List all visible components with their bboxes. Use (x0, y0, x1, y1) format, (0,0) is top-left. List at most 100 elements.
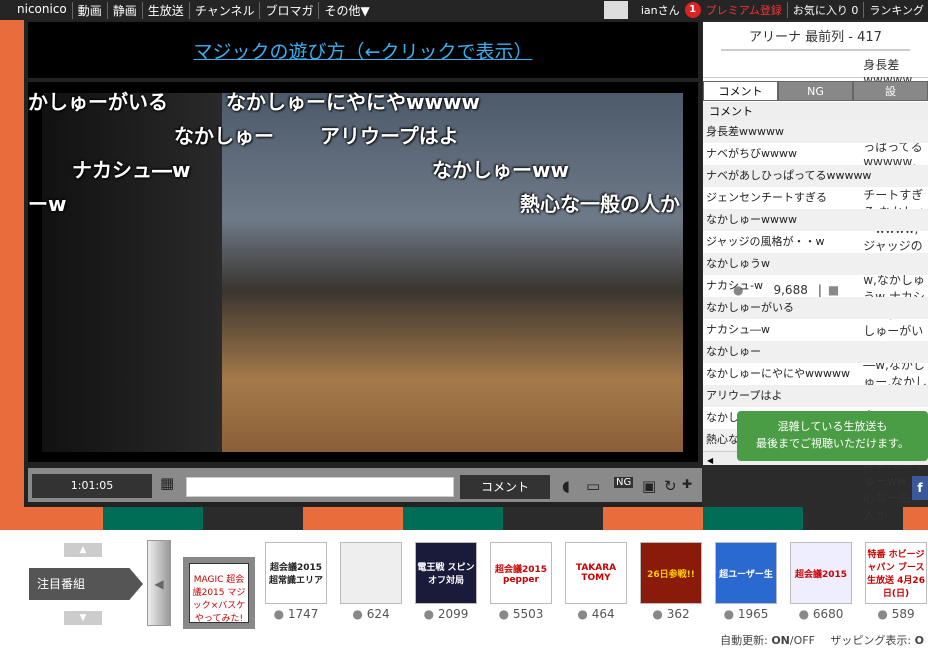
favorites-link[interactable]: お気に入り 0 (786, 2, 858, 18)
selected-program[interactable]: MAGIC 超会議2015 マジック×バスケ やってみた! (183, 557, 255, 629)
tab-settings[interactable]: 設 (853, 81, 928, 101)
auto-update-off[interactable]: /OFF (790, 634, 815, 647)
nav-niconico[interactable]: niconico (12, 1, 73, 19)
viewer-icon: ● (498, 607, 510, 621)
viewer-icon: ● (877, 607, 888, 621)
comment-list-header[interactable]: コメント (703, 102, 928, 122)
scroll-up-button[interactable]: ▲ (64, 543, 102, 557)
comment-row[interactable]: なかしゅーにやにやwwwww (703, 363, 928, 385)
overlay-comment: アリウープはよ (320, 124, 459, 148)
comment-row[interactable]: アリウープはよ (703, 385, 928, 407)
volume-icon[interactable]: ◖ (562, 477, 570, 495)
nav-other[interactable]: その他▼ (319, 2, 374, 19)
comment-toggle-icon[interactable]: ▭ (586, 477, 600, 495)
program-thumbnail: 超会議2015 (790, 542, 852, 604)
zapping-toggle[interactable]: O (915, 634, 924, 647)
featured-label: 注目番組 (29, 568, 143, 600)
program-viewer-count: 464 (591, 607, 615, 621)
nav-video[interactable]: 動画 (73, 1, 108, 19)
tab-ng[interactable]: NG (778, 81, 853, 101)
auto-update-on[interactable]: ON (771, 634, 790, 647)
program-thumbnail (340, 542, 402, 604)
program-item[interactable]: 超ユーザー生 ● 1965 (715, 542, 777, 621)
toast-line: 最後までご視聴いただけます。 (756, 437, 909, 450)
program-carousel: ▲ 注目番組 ▼ ◀ MAGIC 超会議2015 マジック×バスケ やってみた!… (0, 530, 928, 649)
overlay-comment: なかしゅーにやにやwwww (226, 90, 480, 114)
toast-line: 混雑している生放送も (777, 420, 888, 433)
viewer-icon: ● (352, 607, 363, 621)
program-item[interactable]: 電王戦 スピンオフ対局 ● 2099 (415, 542, 477, 621)
carousel-prev-button[interactable]: ◀ (147, 540, 171, 626)
ranking-link[interactable]: ランキング (863, 2, 924, 18)
video-player: マジックの遊び方（←クリックで表示） かしゅーがいる なかしゅーにやにやwwww… (24, 20, 702, 507)
side-panel: アリーナ 最前列 - 417 ● 9,688 | ■ 身長差wwwww,ナベがち… (703, 22, 928, 522)
nav-channel[interactable]: チャンネル (190, 1, 261, 19)
notification-badge[interactable]: 1 (684, 2, 701, 18)
program-item[interactable]: ● 624 (340, 542, 402, 621)
screen-size-icon[interactable]: ▣ (642, 477, 656, 495)
video-area[interactable]: かしゅーがいる なかしゅーにやにやwwww なかしゅー アリウープはよ ナカシュ… (28, 82, 698, 462)
auto-update-label: 自動更新: (720, 634, 768, 647)
program-item[interactable]: 超会議2015 ● 6680 (790, 542, 852, 621)
program-info: アリーナ 最前列 - 417 ● 9,688 | ■ 身長差wwwww,ナベがち… (703, 22, 928, 522)
program-thumbnail: 超会議2015 超常識エリア (265, 542, 327, 604)
program-viewer-count: 362 (666, 607, 690, 621)
nav-live[interactable]: 生放送 (143, 1, 190, 19)
viewer-icon: ● (577, 607, 588, 621)
program-viewer-count: 624 (366, 607, 390, 621)
program-viewer-count: 1965 (737, 607, 769, 621)
comment-row[interactable]: なかしゅー (703, 341, 928, 363)
user-name[interactable]: ianさん (641, 2, 680, 18)
nav-seiga[interactable]: 静画 (108, 1, 143, 19)
scroll-down-button[interactable]: ▼ (64, 611, 102, 625)
overlay-comment: かしゅーがいる (28, 90, 168, 114)
viewer-icon: ● (798, 607, 810, 621)
program-item[interactable]: 26日参戦!! ● 362 (640, 542, 702, 621)
app-icon[interactable]: ✚ (682, 477, 692, 491)
program-item[interactable]: TAKARA TOMY ● 464 (565, 542, 627, 621)
title-link[interactable]: マジックの遊び方（←クリックで表示） (194, 37, 533, 64)
program-item[interactable]: 超会議2015 pepper ● 5503 (490, 542, 552, 621)
overlay-comment: なかしゅーww (432, 158, 569, 182)
program-item[interactable]: 超会議2015 超常識エリア ● 1747 (265, 542, 327, 621)
reload-icon[interactable]: ↻ (664, 477, 677, 495)
comment-submit-button[interactable]: コメント (460, 475, 550, 499)
keyboard-icon[interactable]: ▦ (160, 474, 174, 492)
program-item[interactable]: 特番 ホビージャパン ブース生放送 4月26日(日) ● 589 (865, 542, 927, 621)
decor-strip (0, 20, 24, 510)
comment-row[interactable]: なかしゅーwwww (703, 209, 928, 231)
viewer-icon: ● (652, 607, 663, 621)
avatar[interactable] (603, 1, 628, 19)
tab-comments[interactable]: コメント (703, 81, 778, 101)
comment-row[interactable]: ナカシュ-w (703, 275, 928, 297)
comment-row[interactable]: ナカシュ―w (703, 319, 928, 341)
program-thumbnail: 特番 ホビージャパン ブース生放送 4月26日(日) (865, 542, 927, 604)
overlay-comment: ーw (28, 192, 67, 216)
premium-link[interactable]: プレミアム登録 (706, 2, 782, 18)
comment-row[interactable]: 身長差wwwww (703, 121, 928, 143)
nav-blomaga[interactable]: ブロマガ (260, 1, 320, 19)
comment-row[interactable]: ジェンセンチートすぎる (703, 187, 928, 209)
comment-row[interactable]: ナベがちびwwww (703, 143, 928, 165)
comment-row[interactable]: なかしゅーがいる (703, 297, 928, 319)
program-thumbnail: MAGIC 超会議2015 マジック×バスケ やってみた! (189, 563, 249, 624)
overlay-comment: ナカシュ―w (72, 158, 191, 182)
program-thumbnail: TAKARA TOMY (565, 542, 627, 604)
comment-row[interactable]: ナベがあしひっぱってるwwwww (703, 165, 928, 187)
comment-row[interactable]: ジャッジの風格が・・w (703, 231, 928, 253)
comment-row[interactable]: なかしゅうw (703, 253, 928, 275)
overlay-comment: 熱心な一般の人か (520, 192, 680, 216)
program-viewer-count: 5503 (512, 607, 544, 621)
ng-icon[interactable]: NG (614, 477, 634, 488)
comment-list: 身長差wwwww ナベがちびwwww ナベがあしひっぱってるwwwww ジェンセンチー… (703, 121, 928, 455)
elapsed-time: 1:01:05 (32, 474, 152, 498)
facebook-icon[interactable]: f (912, 476, 928, 500)
program-thumbnail: 26日参戦!! (640, 542, 702, 604)
player-title-bar: マジックの遊び方（←クリックで表示） (28, 22, 698, 78)
zapping-label: ザッピング表示: (830, 634, 912, 647)
top-navbar: niconico 動画 静画 生放送 チャンネル ブロマガ その他▼ ianさん… (0, 0, 928, 20)
program-viewer-count: 1747 (287, 607, 319, 621)
program-viewer-count: 2099 (437, 607, 469, 621)
player-controls: 1:01:05 ▦ コメント ◖ ▭ NG ▣ ↻ ✚ (28, 468, 702, 502)
comment-input[interactable] (186, 477, 454, 497)
